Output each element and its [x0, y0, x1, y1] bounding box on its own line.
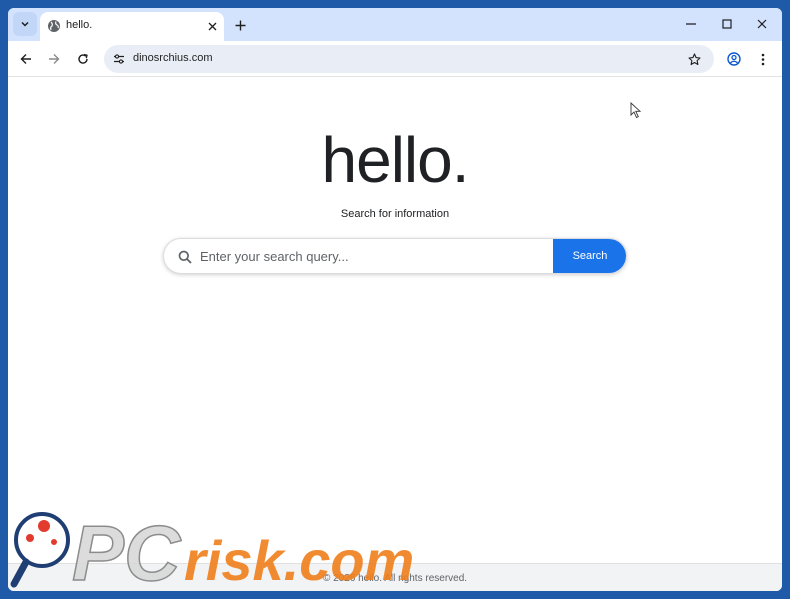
close-window-button[interactable] — [748, 12, 776, 36]
browser-toolbar: dinosrchius.com — [8, 41, 782, 77]
search-button[interactable]: Search — [553, 239, 626, 273]
search-input[interactable] — [200, 239, 550, 273]
account-icon — [727, 52, 741, 66]
star-icon — [687, 52, 701, 65]
minimize-button[interactable] — [677, 12, 705, 36]
tune-icon — [114, 54, 124, 64]
forward-button[interactable] — [42, 47, 66, 71]
search-icon — [178, 250, 192, 264]
browser-window: hello. dinosrchius.com hello. Search for… — [8, 8, 782, 591]
tab-active[interactable]: hello. — [40, 12, 224, 41]
address-bar[interactable]: dinosrchius.com — [104, 45, 714, 73]
site-logo: hello. — [321, 124, 470, 196]
reload-icon — [78, 53, 88, 64]
menu-button[interactable] — [751, 47, 775, 71]
tab-strip: hello. — [8, 8, 782, 41]
search-form: Search — [163, 238, 627, 274]
close-icon — [208, 22, 216, 30]
web-page: hello. Search for information Search © 2… — [8, 77, 782, 591]
mouse-cursor-icon — [630, 102, 642, 119]
chevron-down-icon — [21, 21, 29, 27]
arrow-right-icon — [49, 54, 60, 64]
arrow-left-icon — [20, 54, 31, 64]
profile-button[interactable] — [722, 47, 746, 71]
tab-title: hello. — [66, 19, 93, 31]
footer: © 2026 hello. All rights reserved. — [8, 563, 782, 591]
tab-close-button[interactable] — [204, 18, 220, 34]
bookmark-button[interactable] — [684, 49, 704, 69]
minimize-icon — [686, 23, 696, 25]
close-icon — [757, 19, 767, 29]
tagline: Search for information — [340, 208, 450, 220]
back-button[interactable] — [14, 47, 38, 71]
globe-icon — [48, 20, 60, 32]
new-tab-button[interactable] — [230, 15, 250, 35]
plus-icon — [235, 20, 245, 30]
more-vertical-icon — [761, 53, 765, 65]
footer-copyright: © 2026 hello. All rights reserved. — [322, 573, 468, 584]
reload-button[interactable] — [71, 47, 95, 71]
tab-search-button[interactable] — [13, 12, 37, 36]
maximize-icon — [722, 19, 732, 29]
site-info-button[interactable] — [109, 49, 129, 69]
url-text: dinosrchius.com — [133, 52, 213, 64]
maximize-button[interactable] — [713, 12, 741, 36]
